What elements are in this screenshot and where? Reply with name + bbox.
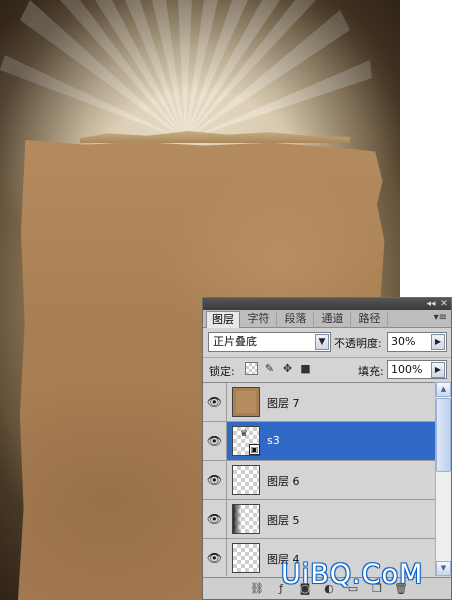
lock-label: 锁定: [209, 365, 235, 378]
layer-thumbnail [232, 387, 260, 417]
eye-icon[interactable]: 👁 [203, 500, 227, 538]
layer-row[interactable]: 👁 图层 6 [203, 461, 435, 500]
crown-icon: ♛ [240, 429, 249, 439]
link-layers-icon[interactable]: ⛓ [249, 581, 265, 596]
tab-paragraph[interactable]: 段落 [278, 311, 314, 328]
opacity-label: 不透明度: [334, 337, 382, 350]
panel-tabs: 图层 字符 段落 通道 路径 ▾≡ [203, 310, 451, 328]
layer-name[interactable]: 图层 6 [267, 473, 300, 489]
panel-menu-icon[interactable]: ▾≡ [434, 312, 447, 323]
lock-transparency-icon[interactable] [245, 362, 258, 375]
layers-panel: ◂◂ ✕ 图层 字符 段落 通道 路径 ▾≡ 正片叠底 ▼ 不透明度: 30% … [202, 297, 452, 600]
blend-mode-value: 正片叠底 [213, 335, 257, 348]
opacity-slider-arrow-icon[interactable]: ▶ [431, 334, 445, 350]
layer-row[interactable]: 👁 图层 7 [203, 383, 435, 422]
layer-name[interactable]: s3 [267, 434, 280, 447]
fill-slider-arrow-icon[interactable]: ▶ [431, 362, 445, 378]
scroll-down-icon[interactable]: ▼ [436, 561, 451, 576]
layer-thumbnail: ♛ ▣ [232, 426, 260, 456]
layer-row[interactable]: 👁 图层 5 [203, 500, 435, 539]
blend-mode-select[interactable]: 正片叠底 ▼ [208, 332, 331, 352]
layers-scrollbar[interactable]: ▲ ▼ [435, 382, 451, 576]
chevron-down-icon[interactable]: ▼ [315, 334, 329, 350]
layer-row-selected[interactable]: 👁 ♛ ▣ s3 [203, 422, 435, 461]
opacity-input[interactable]: 30% ▶ [387, 332, 447, 352]
layer-thumbnail [232, 504, 260, 534]
lock-brush-icon[interactable]: ✎ [263, 362, 276, 375]
scroll-thumb[interactable] [436, 398, 451, 472]
panel-titlebar[interactable]: ◂◂ ✕ [203, 298, 451, 310]
layer-name[interactable]: 图层 5 [267, 512, 300, 528]
eye-icon[interactable]: 👁 [203, 383, 227, 421]
tab-character[interactable]: 字符 [241, 311, 277, 328]
smart-object-icon: ▣ [249, 444, 260, 455]
fill-input[interactable]: 100% ▶ [387, 360, 447, 379]
tab-layers[interactable]: 图层 [206, 311, 240, 328]
opacity-value: 30% [391, 335, 416, 348]
layer-name[interactable]: 图层 7 [267, 395, 300, 411]
fill-label: 填充: [358, 365, 384, 378]
layer-thumbnail [232, 543, 260, 573]
fill-value: 100% [391, 363, 423, 376]
close-icon[interactable]: ✕ [438, 298, 450, 310]
tab-paths[interactable]: 路径 [352, 311, 388, 328]
lock-move-icon[interactable]: ✥ [281, 362, 294, 375]
eye-icon[interactable]: 👁 [203, 461, 227, 499]
scroll-up-icon[interactable]: ▲ [436, 382, 451, 397]
site-watermark: UiBQ.CoM [281, 559, 424, 590]
collapse-icon[interactable]: ◂◂ [425, 298, 437, 310]
eye-icon[interactable]: 👁 [203, 422, 227, 460]
eye-icon[interactable]: 👁 [203, 539, 227, 576]
layers-list: 👁 图层 7 👁 ♛ ▣ s3 👁 图层 6 👁 图层 5 👁 图层 4 [203, 382, 435, 576]
layer-thumbnail [232, 465, 260, 495]
tab-channels[interactable]: 通道 [315, 311, 351, 328]
lock-all-icon[interactable]: ■ [299, 362, 312, 375]
